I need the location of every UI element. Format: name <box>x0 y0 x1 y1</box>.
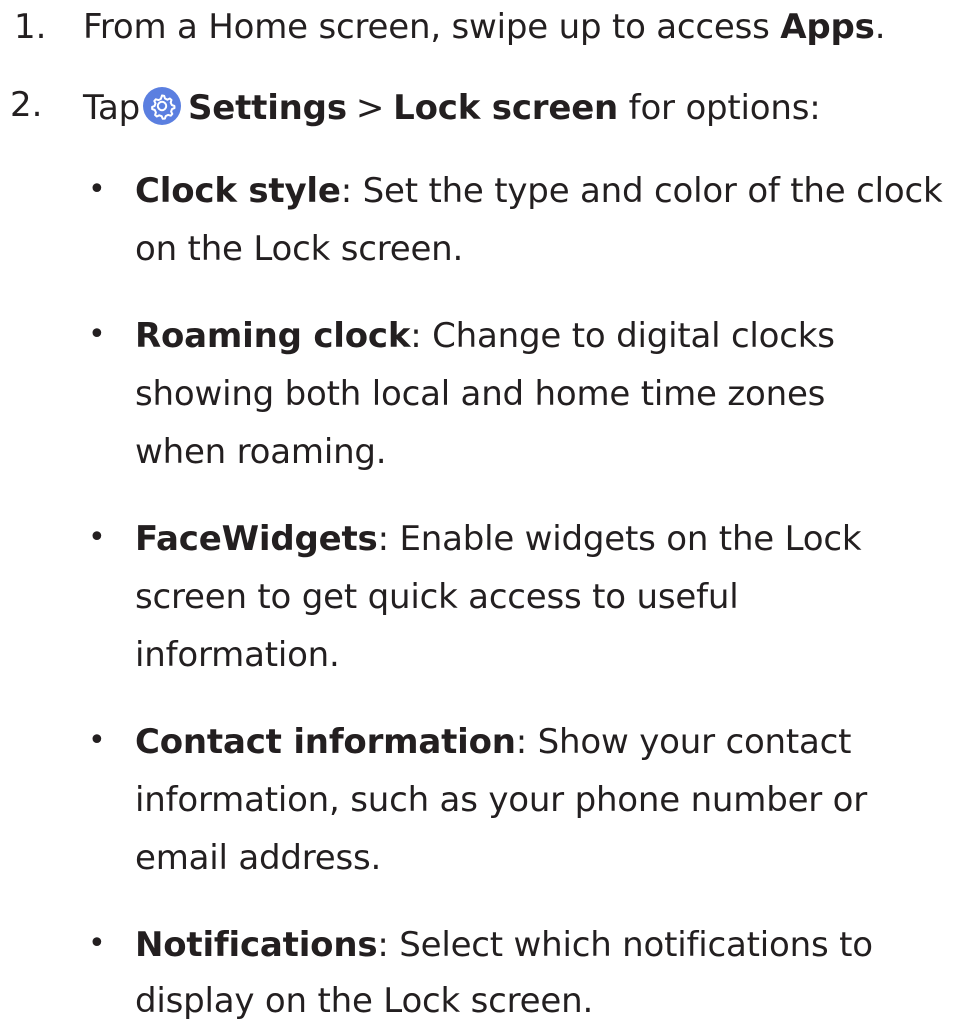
bullet: • <box>88 317 106 352</box>
option-facewidgets-line-3: information. <box>135 635 340 675</box>
option-notifications-line-2: display on the Lock screen. <box>135 981 594 1021</box>
option-notifications: Notifications: Select which notification… <box>135 925 873 965</box>
option-roaming-clock: Roaming clock: Change to digital clocks <box>135 316 835 356</box>
bullet: • <box>88 723 106 758</box>
step-2-text: Tap Settings > Lock screen for options: <box>83 87 821 128</box>
apps-label: Apps <box>780 7 875 47</box>
settings-gear-icon <box>142 87 181 125</box>
option-roaming-clock-line-2: showing both local and home time zones <box>135 374 826 414</box>
step-number-1: 1. <box>14 7 47 47</box>
option-clock-style-line-2: on the Lock screen. <box>135 229 464 269</box>
option-contact-information: Contact information: Show your contact <box>135 722 852 762</box>
option-roaming-clock-line-3: when roaming. <box>135 432 387 472</box>
option-clock-style: Clock style: Set the type and color of t… <box>135 171 943 211</box>
bullet: • <box>88 520 106 555</box>
option-contact-information-line-3: email address. <box>135 838 382 878</box>
step-number-2: 2. <box>10 85 43 125</box>
step-1-text: From a Home screen, swipe up to access A… <box>83 7 886 47</box>
settings-label: Settings <box>187 88 347 128</box>
option-contact-information-line-2: information, such as your phone number o… <box>135 780 868 820</box>
bullet: • <box>88 172 106 207</box>
breadcrumb-separator: > <box>355 88 385 128</box>
option-facewidgets-line-2: screen to get quick access to useful <box>135 577 739 617</box>
option-facewidgets: FaceWidgets: Enable widgets on the Lock <box>135 519 862 559</box>
bullet: • <box>88 926 106 961</box>
lock-screen-label: Lock screen <box>393 88 619 128</box>
